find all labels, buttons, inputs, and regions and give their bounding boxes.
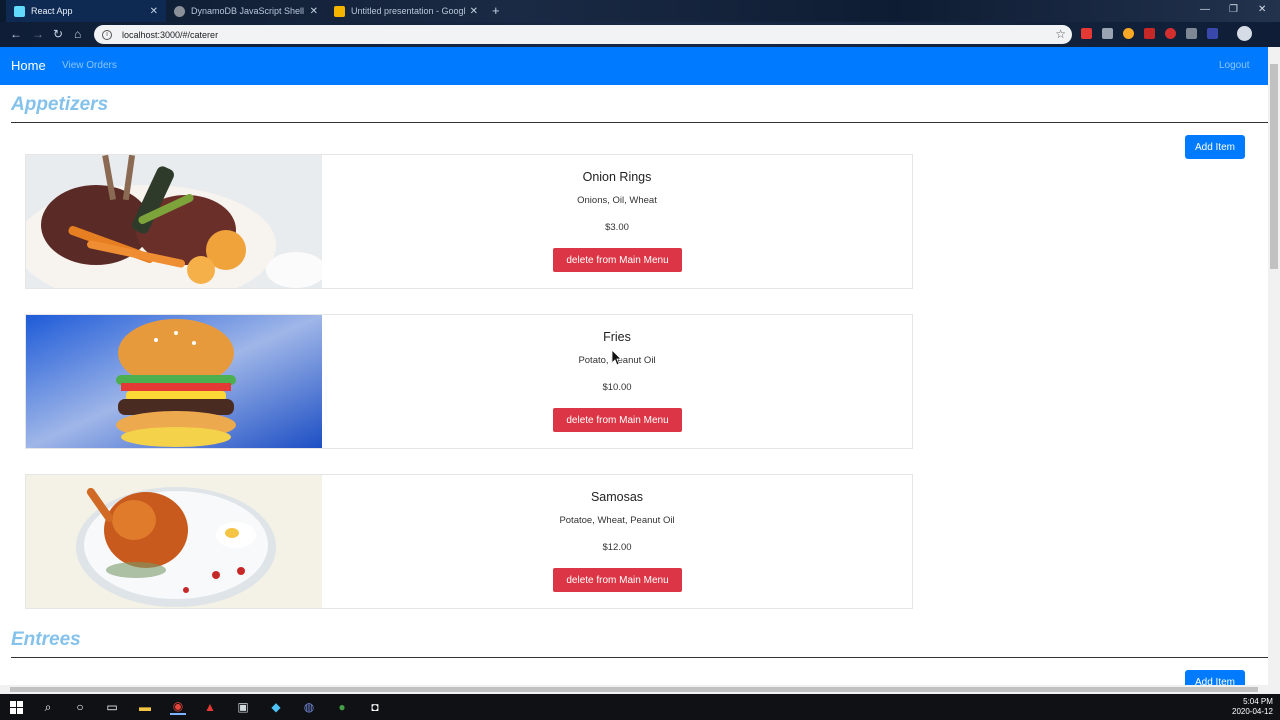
- editor-icon[interactable]: ◆: [268, 699, 284, 715]
- menu-item-card: Samosas Potatoe, Wheat, Peanut Oil $12.0…: [25, 474, 913, 609]
- clock-time: 5:04 PM: [1243, 697, 1273, 706]
- extension-icon[interactable]: [1102, 28, 1113, 39]
- section-title-appetizers: Appetizers: [11, 94, 109, 115]
- scrollbar-thumb[interactable]: [1270, 64, 1278, 269]
- horizontal-scrollbar[interactable]: [0, 685, 1280, 694]
- tab-title: React App: [31, 6, 73, 16]
- item-ingredients: Onions, Oil, Wheat: [577, 195, 657, 206]
- globe-favicon-icon: [174, 5, 185, 17]
- menu-item-details: Samosas Potatoe, Wheat, Peanut Oil $12.0…: [322, 475, 912, 608]
- logout-link[interactable]: Logout: [1219, 60, 1250, 71]
- extension-icon[interactable]: [1165, 28, 1176, 39]
- menu-content: Appetizers Add Item Onion Rings Onions, …: [0, 85, 1268, 685]
- item-ingredients: Potatoe, Wheat, Peanut Oil: [559, 515, 675, 526]
- tab-google-slides[interactable]: Untitled presentation - Google S ✕: [326, 0, 486, 22]
- file-explorer-icon[interactable]: ▬: [137, 699, 153, 715]
- extension-icon[interactable]: [1207, 28, 1218, 39]
- system-clock[interactable]: 5:04 PM 2020-04-12: [1232, 697, 1273, 717]
- bookmark-star-icon[interactable]: ☆: [1055, 27, 1066, 41]
- food-image: [26, 155, 322, 288]
- search-icon[interactable]: ⌕: [40, 699, 56, 715]
- mouse-cursor-icon: [612, 350, 622, 366]
- task-view-icon[interactable]: ▭: [104, 699, 120, 715]
- menu-item-card: Fries Potato, Peanut Oil $10.00 delete f…: [25, 314, 913, 449]
- close-window-icon[interactable]: ✕: [1258, 4, 1266, 15]
- item-price: $12.00: [602, 542, 632, 553]
- site-info-icon[interactable]: i: [102, 29, 112, 40]
- browser-tab-strip: React App ✕ DynamoDB JavaScript Shell ✕ …: [0, 0, 1280, 22]
- menu-item-details: Fries Potato, Peanut Oil $10.00 delete f…: [322, 315, 912, 448]
- slides-favicon-icon: [334, 5, 345, 17]
- app-icon[interactable]: ◘: [367, 699, 383, 715]
- item-price: $10.00: [602, 382, 632, 393]
- close-tab-icon[interactable]: ✕: [310, 6, 318, 17]
- minimize-icon[interactable]: —: [1200, 4, 1210, 15]
- chrome-icon[interactable]: ◉: [170, 699, 186, 715]
- url-text: localhost:3000/#/caterer: [122, 29, 219, 40]
- view-orders-link[interactable]: View Orders: [62, 60, 117, 71]
- section-divider: [11, 122, 1268, 123]
- windows-start-icon[interactable]: [8, 699, 24, 715]
- item-name: Fries: [603, 330, 631, 344]
- delete-from-menu-button[interactable]: delete from Main Menu: [553, 568, 682, 592]
- extension-icon[interactable]: [1186, 28, 1197, 39]
- add-item-button[interactable]: Add Item: [1185, 135, 1245, 159]
- discord-icon[interactable]: ◍: [301, 699, 317, 715]
- item-name: Onion Rings: [582, 170, 652, 184]
- address-bar[interactable]: i localhost:3000/#/caterer ☆: [94, 25, 1072, 44]
- cortana-icon[interactable]: ○: [72, 699, 88, 715]
- tab-title: Untitled presentation - Google S: [351, 6, 466, 16]
- food-image: [26, 475, 322, 608]
- tab-dynamodb-shell[interactable]: DynamoDB JavaScript Shell ✕: [166, 0, 326, 22]
- tab-title: DynamoDB JavaScript Shell: [191, 6, 305, 16]
- app-icon[interactable]: ●: [334, 699, 350, 715]
- delete-from-menu-button[interactable]: delete from Main Menu: [553, 408, 682, 432]
- item-name: Samosas: [590, 490, 644, 504]
- menu-item-card: Onion Rings Onions, Oil, Wheat $3.00 del…: [25, 154, 913, 289]
- extension-icon[interactable]: [1144, 28, 1155, 39]
- windows-taskbar: ⌕ ○ ▭ ▬ ◉ ▲ ▣ ◆ ◍ ● ◘ 5:04 PM 2020-04-12: [0, 694, 1280, 720]
- extension-icon[interactable]: [1081, 28, 1092, 39]
- profile-avatar[interactable]: [1237, 26, 1252, 41]
- home-icon[interactable]: ⌂: [74, 27, 81, 41]
- extension-icon[interactable]: [1123, 28, 1134, 39]
- clock-date: 2020-04-12: [1232, 707, 1273, 716]
- browser-toolbar: ← → ↻ ⌂ i localhost:3000/#/caterer ☆: [0, 22, 1280, 47]
- scrollbar-thumb[interactable]: [10, 687, 1258, 692]
- tab-react-app[interactable]: React App ✕: [6, 0, 166, 22]
- food-image: [26, 315, 322, 448]
- item-price: $3.00: [605, 222, 629, 233]
- delete-from-menu-button[interactable]: delete from Main Menu: [553, 248, 682, 272]
- react-favicon-icon: [14, 5, 25, 17]
- close-tab-icon[interactable]: ✕: [150, 6, 158, 17]
- acrobat-icon[interactable]: ▲: [202, 699, 218, 715]
- new-tab-icon[interactable]: +: [492, 3, 500, 18]
- back-icon[interactable]: ←: [10, 27, 22, 41]
- terminal-icon[interactable]: ▣: [235, 699, 251, 715]
- section-title-entrees: Entrees: [11, 629, 81, 650]
- restore-icon[interactable]: ❐: [1229, 4, 1238, 15]
- menu-item-details: Onion Rings Onions, Oil, Wheat $3.00 del…: [322, 155, 912, 288]
- forward-icon[interactable]: →: [32, 27, 44, 41]
- close-tab-icon[interactable]: ✕: [470, 6, 478, 17]
- section-divider: [11, 657, 1268, 658]
- app-navbar: Home View Orders Logout: [0, 47, 1268, 85]
- home-link[interactable]: Home: [11, 58, 46, 73]
- reload-icon[interactable]: ↻: [53, 27, 63, 41]
- vertical-scrollbar[interactable]: [1268, 47, 1280, 685]
- add-item-button[interactable]: Add Item: [1185, 670, 1245, 685]
